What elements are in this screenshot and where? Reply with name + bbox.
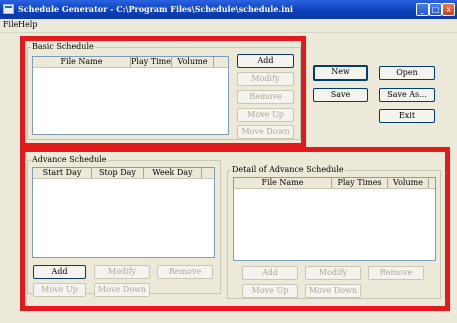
close-button[interactable]: x	[442, 3, 455, 16]
advance-remove-button[interactable]: Remove	[157, 265, 213, 279]
basic-schedule-label: Basic Schedule	[31, 42, 95, 51]
detail-move-up-button[interactable]: Move Up	[242, 284, 298, 298]
app-icon	[3, 4, 14, 14]
basic-move-up-button[interactable]: Move Up	[237, 108, 294, 122]
basic-move-down-button[interactable]: Move Down	[237, 125, 294, 139]
basic-schedule-list[interactable]: File Name Play Times Volume	[32, 56, 229, 135]
title-bar[interactable]: Schedule Generator - C:\Program Files\Sc…	[0, 0, 457, 19]
advance-move-down-button[interactable]: Move Down	[94, 283, 150, 297]
save-as-button[interactable]: Save As...	[379, 88, 435, 102]
column-file-name[interactable]: File Name	[33, 57, 131, 67]
basic-remove-button[interactable]: Remove	[237, 90, 294, 104]
menu-help[interactable]: Help	[18, 20, 37, 29]
column-stop-day[interactable]: Stop Day	[92, 168, 144, 178]
detail-schedule-label: Detail of Advance Schedule	[231, 165, 345, 174]
detail-add-button[interactable]: Add	[242, 266, 298, 280]
column-volume[interactable]: Volume	[388, 178, 429, 188]
advance-add-button[interactable]: Add	[33, 265, 86, 279]
basic-modify-button[interactable]: Modify	[237, 72, 294, 86]
app-window: Schedule Generator - C:\Program Files\Sc…	[0, 0, 457, 323]
advance-modify-button[interactable]: Modify	[94, 265, 150, 279]
column-start-day[interactable]: Start Day	[33, 168, 92, 178]
maximize-button[interactable]: □	[429, 3, 442, 16]
detail-move-down-button[interactable]: Move Down	[305, 284, 361, 298]
column-volume[interactable]: Volume	[172, 57, 214, 67]
advance-schedule-header: Start Day Stop Day Week Day	[33, 168, 214, 179]
column-file-name[interactable]: File Name	[234, 178, 332, 188]
basic-schedule-header: File Name Play Times Volume	[33, 57, 228, 68]
detail-remove-button[interactable]: Remove	[368, 266, 424, 280]
basic-add-button[interactable]: Add	[237, 54, 294, 68]
advance-schedule-list[interactable]: Start Day Stop Day Week Day	[32, 167, 215, 258]
open-button[interactable]: Open	[379, 66, 435, 80]
advance-move-up-button[interactable]: Move Up	[33, 283, 86, 297]
detail-schedule-header: File Name Play Times Volume	[234, 178, 435, 189]
advance-schedule-label: Advance Schedule	[31, 155, 108, 164]
column-play-times[interactable]: Play Times	[332, 178, 388, 188]
minimize-button[interactable]: _	[416, 3, 429, 16]
detail-schedule-list[interactable]: File Name Play Times Volume	[233, 177, 436, 261]
column-week-day[interactable]: Week Day	[144, 168, 202, 178]
save-button[interactable]: Save	[313, 88, 368, 102]
menu-file[interactable]: File	[3, 20, 18, 29]
column-play-times[interactable]: Play Times	[131, 57, 172, 67]
window-title: Schedule Generator - C:\Program Files\Sc…	[18, 4, 294, 14]
detail-modify-button[interactable]: Modify	[305, 266, 361, 280]
new-button[interactable]: New	[313, 65, 368, 81]
exit-button[interactable]: Exit	[379, 109, 435, 123]
menu-bar: File Help	[0, 19, 457, 33]
